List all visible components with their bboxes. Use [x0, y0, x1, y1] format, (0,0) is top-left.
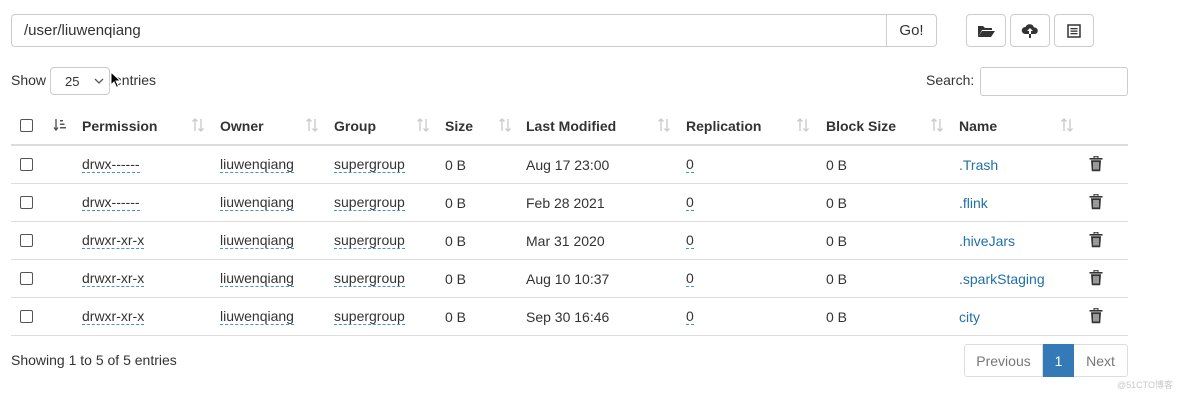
- last-modified-value: Feb 28 2021: [526, 194, 605, 211]
- group-value[interactable]: supergroup: [334, 156, 405, 173]
- block-size-value: 0 B: [826, 194, 848, 211]
- sort-icon[interactable]: [1060, 118, 1074, 132]
- sort-icon[interactable]: [191, 118, 205, 132]
- file-name-link[interactable]: .sparkStaging: [959, 260, 1045, 297]
- path-input[interactable]: [11, 14, 887, 47]
- size-value: 0 B: [445, 270, 467, 287]
- replication-value[interactable]: 0: [686, 156, 694, 173]
- block-size-value: 0 B: [826, 156, 848, 173]
- permission-value[interactable]: drwxr-xr-x: [82, 232, 145, 249]
- column-header-last-modified[interactable]: Last Modified: [526, 108, 616, 144]
- entries-per-page-select[interactable]: 25: [50, 67, 110, 95]
- sort-icon[interactable]: [796, 118, 810, 132]
- size-value: 0 B: [445, 308, 467, 325]
- block-size-value: 0 B: [826, 270, 848, 287]
- last-modified-value: Sep 30 16:46: [526, 308, 610, 325]
- trash-icon[interactable]: [1089, 232, 1103, 248]
- group-value[interactable]: supergroup: [334, 194, 405, 211]
- last-modified-value: Aug 10 10:37: [526, 270, 610, 287]
- row-checkbox[interactable]: [20, 158, 33, 171]
- group-value[interactable]: supergroup: [334, 308, 405, 325]
- go-button[interactable]: Go!: [887, 14, 937, 47]
- column-header-owner[interactable]: Owner: [220, 108, 264, 144]
- entries-per-page-value: 25: [65, 73, 80, 89]
- page-1-button[interactable]: 1: [1043, 344, 1074, 377]
- table-row: drwxr-xr-x liuwenqiang supergroup 0 B Au…: [11, 260, 1128, 298]
- table-row: drwxr-xr-x liuwenqiang supergroup 0 B Ma…: [11, 222, 1128, 260]
- table-row: drwx------ liuwenqiang supergroup 0 B Au…: [11, 146, 1128, 184]
- row-checkbox[interactable]: [20, 310, 33, 323]
- size-value: 0 B: [445, 232, 467, 249]
- sort-icon[interactable]: [930, 118, 944, 132]
- row-checkbox[interactable]: [20, 234, 33, 247]
- table-row: drwxr-xr-x liuwenqiang supergroup 0 B Se…: [11, 298, 1128, 336]
- group-value[interactable]: supergroup: [334, 270, 405, 287]
- previous-page-button[interactable]: Previous: [964, 344, 1043, 377]
- sort-icon[interactable]: [498, 118, 512, 132]
- column-header-group[interactable]: Group: [334, 108, 376, 144]
- watermark: @51CTO博客: [1117, 380, 1173, 390]
- table-info: Showing 1 to 5 of 5 entries: [11, 352, 177, 368]
- replication-value[interactable]: 0: [686, 270, 694, 287]
- show-label: Show: [11, 72, 47, 88]
- permission-value[interactable]: drwx------: [82, 194, 140, 211]
- list-icon: [1067, 23, 1081, 38]
- owner-value[interactable]: liuwenqiang: [220, 156, 294, 173]
- mouse-cursor-icon: [110, 71, 122, 89]
- upload-button[interactable]: [1010, 14, 1050, 47]
- file-name-link[interactable]: .Trash: [959, 146, 998, 183]
- cut-paste-button[interactable]: [1054, 14, 1094, 47]
- sort-icon[interactable]: [657, 118, 671, 132]
- create-directory-button[interactable]: [966, 14, 1006, 47]
- chevron-down-icon: [94, 78, 104, 84]
- size-value: 0 B: [445, 194, 467, 211]
- column-header-permission[interactable]: Permission: [82, 108, 157, 144]
- sort-icon[interactable]: [305, 118, 319, 132]
- file-name-link[interactable]: .flink: [959, 184, 988, 221]
- column-header-replication[interactable]: Replication: [686, 108, 761, 144]
- trash-icon[interactable]: [1089, 308, 1103, 324]
- trash-icon[interactable]: [1089, 194, 1103, 210]
- last-modified-value: Aug 17 23:00: [526, 156, 610, 173]
- trash-icon[interactable]: [1089, 156, 1103, 172]
- last-modified-value: Mar 31 2020: [526, 232, 605, 249]
- path-bar: Go!: [11, 14, 937, 47]
- owner-value[interactable]: liuwenqiang: [220, 194, 294, 211]
- search-label: Search:: [926, 72, 975, 88]
- owner-value[interactable]: liuwenqiang: [220, 232, 294, 249]
- cloud-upload-icon: [1021, 23, 1038, 38]
- permission-value[interactable]: drwx------: [82, 156, 140, 173]
- pagination: Previous 1 Next: [964, 344, 1128, 377]
- replication-value[interactable]: 0: [686, 232, 694, 249]
- sort-active-icon[interactable]: [53, 118, 67, 132]
- file-table: Permission Owner Group Size Last Modifie…: [11, 108, 1128, 336]
- column-header-name[interactable]: Name: [959, 108, 997, 144]
- column-header-size[interactable]: Size: [445, 108, 473, 144]
- permission-value[interactable]: drwxr-xr-x: [82, 308, 145, 325]
- permission-value[interactable]: drwxr-xr-x: [82, 270, 145, 287]
- group-value[interactable]: supergroup: [334, 232, 405, 249]
- trash-icon[interactable]: [1089, 270, 1103, 286]
- select-all-checkbox[interactable]: [20, 119, 33, 132]
- column-header-block-size[interactable]: Block Size: [826, 108, 896, 144]
- block-size-value: 0 B: [826, 232, 848, 249]
- size-value: 0 B: [445, 156, 467, 173]
- owner-value[interactable]: liuwenqiang: [220, 308, 294, 325]
- row-checkbox[interactable]: [20, 196, 33, 209]
- owner-value[interactable]: liuwenqiang: [220, 270, 294, 287]
- table-row: drwx------ liuwenqiang supergroup 0 B Fe…: [11, 184, 1128, 222]
- search-input[interactable]: [980, 67, 1128, 96]
- replication-value[interactable]: 0: [686, 308, 694, 325]
- block-size-value: 0 B: [826, 308, 848, 325]
- table-header: Permission Owner Group Size Last Modifie…: [11, 108, 1128, 146]
- next-page-button[interactable]: Next: [1074, 344, 1128, 377]
- file-name-link[interactable]: city: [959, 298, 980, 335]
- row-checkbox[interactable]: [20, 272, 33, 285]
- file-name-link[interactable]: .hiveJars: [959, 222, 1015, 259]
- sort-icon[interactable]: [416, 118, 430, 132]
- replication-value[interactable]: 0: [686, 194, 694, 211]
- folder-open-icon: [978, 25, 995, 37]
